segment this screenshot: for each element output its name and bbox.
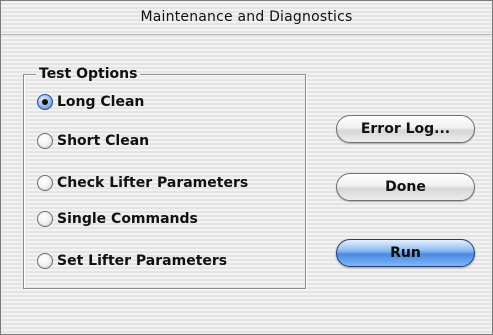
title-bar[interactable]: Maintenance and Diagnostics (1, 1, 492, 35)
radio-checked-icon[interactable] (37, 94, 53, 110)
error-log-button[interactable]: Error Log... (336, 115, 475, 143)
radio-unchecked-icon[interactable] (37, 175, 53, 191)
done-button[interactable]: Done (336, 173, 475, 201)
radio-unchecked-icon[interactable] (37, 211, 53, 227)
radio-unchecked-icon[interactable] (37, 253, 53, 269)
radio-short-clean[interactable]: Short Clean (37, 131, 149, 151)
radio-label-set-lifter-parameters[interactable]: Set Lifter Parameters (57, 253, 227, 269)
radio-dot-icon (42, 99, 48, 105)
maintenance-dialog: Maintenance and Diagnostics Test Options… (0, 0, 493, 335)
radio-label-check-lifter-parameters[interactable]: Check Lifter Parameters (57, 175, 248, 191)
radio-long-clean[interactable]: Long Clean (37, 92, 144, 112)
radio-label-short-clean[interactable]: Short Clean (57, 133, 149, 149)
radio-label-single-commands[interactable]: Single Commands (57, 211, 198, 227)
radio-label-long-clean[interactable]: Long Clean (57, 94, 144, 110)
run-button[interactable]: Run (336, 239, 475, 267)
radio-check-lifter-parameters[interactable]: Check Lifter Parameters (37, 173, 248, 193)
radio-single-commands[interactable]: Single Commands (37, 209, 198, 229)
test-options-title: Test Options (36, 65, 141, 83)
radio-unchecked-icon[interactable] (37, 133, 53, 149)
radio-set-lifter-parameters[interactable]: Set Lifter Parameters (37, 251, 227, 271)
window-title: Maintenance and Diagnostics (140, 9, 353, 25)
